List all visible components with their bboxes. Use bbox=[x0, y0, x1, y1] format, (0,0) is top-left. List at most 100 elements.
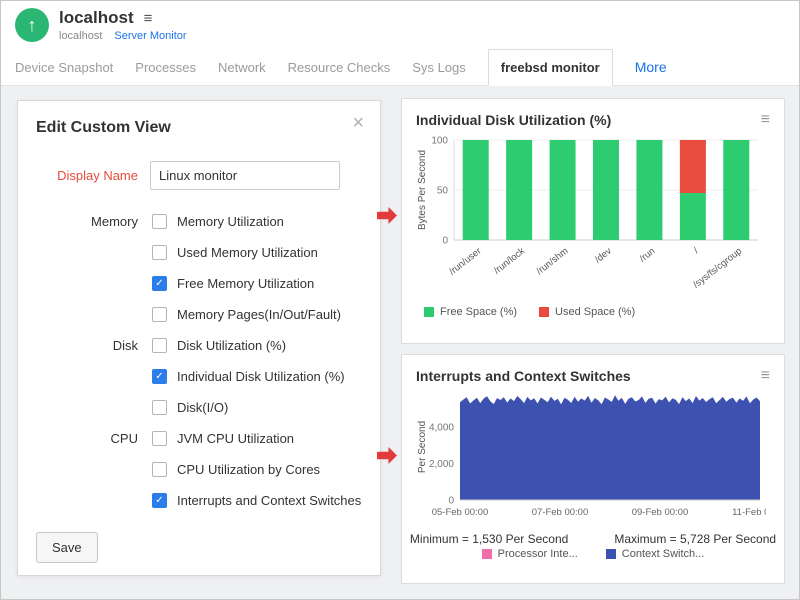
tab-bar: Device Snapshot Processes Network Resource … bbox=[1, 49, 799, 86]
option-label[interactable]: Disk(I/O) bbox=[177, 400, 228, 415]
option-row: Disk Disk Utilization (%) bbox=[18, 330, 380, 361]
group-label-cpu: CPU bbox=[18, 431, 138, 446]
option-label[interactable]: Memory Pages(In/Out/Fault) bbox=[177, 307, 341, 322]
save-button[interactable]: Save bbox=[36, 532, 98, 563]
area-chart-legend: Processor Inte... Context Switch... bbox=[402, 548, 784, 560]
tab-device-snapshot[interactable]: Device Snapshot bbox=[15, 49, 113, 85]
bar-chart: Bytes Per Second050100/run/user/run/lock… bbox=[414, 132, 766, 304]
option-row: MemoryMemory Utilization bbox=[18, 206, 380, 237]
option-row: ✓ Interrupts and Context Switches bbox=[18, 485, 380, 516]
bar-free-space[interactable] bbox=[680, 193, 706, 240]
option-row: CPU JVM CPU Utilization bbox=[18, 423, 380, 454]
breadcrumb-host: localhost bbox=[59, 30, 102, 42]
tab-freebsd-monitor[interactable]: freebsd monitor bbox=[488, 49, 613, 86]
pointer-arrow-disk-chart bbox=[377, 206, 398, 225]
display-name-input[interactable] bbox=[150, 161, 340, 190]
legend-swatch-icon bbox=[424, 307, 434, 317]
minimum-stat: Minimum = 1,530 Per Second bbox=[410, 532, 568, 546]
bar-free-space[interactable] bbox=[723, 140, 749, 240]
interrupts-card: Interrupts and Context Switches ≡ Per Se… bbox=[401, 354, 785, 584]
legend-swatch-icon bbox=[539, 307, 549, 317]
option-row: CPU Utilization by Cores bbox=[18, 454, 380, 485]
options-list: MemoryMemory Utilization Used Memory Util… bbox=[18, 206, 380, 516]
option-label[interactable]: Used Memory Utilization bbox=[177, 245, 318, 260]
legend-item[interactable]: Used Space (%) bbox=[539, 306, 635, 318]
option-label[interactable]: JVM CPU Utilization bbox=[177, 431, 294, 446]
close-icon[interactable]: × bbox=[352, 113, 364, 133]
page-title: localhost bbox=[59, 8, 134, 28]
up-arrow-icon: ↑ bbox=[28, 15, 37, 36]
option-row: Used Memory Utilization bbox=[18, 237, 380, 268]
display-name-row: Display Name bbox=[18, 161, 380, 190]
checkbox-memory-utilization[interactable] bbox=[152, 214, 167, 229]
breadcrumb-server-monitor-link[interactable]: Server Monitor bbox=[114, 30, 186, 42]
legend-swatch-icon bbox=[606, 549, 616, 559]
x-tick-label: /dev bbox=[593, 246, 614, 266]
bar-chart-legend: Free Space (%) Used Space (%) bbox=[402, 306, 784, 318]
x-tick-label: /run bbox=[638, 246, 658, 265]
x-tick-label: 05-Feb 00:00 bbox=[432, 507, 489, 518]
option-label[interactable]: Interrupts and Context Switches bbox=[177, 493, 361, 508]
option-label[interactable]: Memory Utilization bbox=[177, 214, 284, 229]
chart-menu-icon[interactable]: ≡ bbox=[761, 112, 770, 128]
y-axis-label: Per Second bbox=[417, 421, 428, 473]
checkbox-memory-pages-in-out-fault-[interactable] bbox=[152, 307, 167, 322]
option-row: ✓ Free Memory Utilization bbox=[18, 268, 380, 299]
tab-sys-logs[interactable]: Sys Logs bbox=[412, 49, 465, 85]
tab-network[interactable]: Network bbox=[218, 49, 266, 85]
chart-title: Individual Disk Utilization (%) bbox=[416, 112, 611, 128]
x-tick-label: /run/shm bbox=[535, 246, 571, 277]
option-row: Disk(I/O) bbox=[18, 392, 380, 423]
chart-menu-icon[interactable]: ≡ bbox=[761, 368, 770, 384]
checkbox-individual-disk-utilization-[interactable]: ✓ bbox=[152, 369, 167, 384]
option-label[interactable]: CPU Utilization by Cores bbox=[177, 462, 320, 477]
checkbox-disk-i-o-[interactable] bbox=[152, 400, 167, 415]
y-tick-label: 0 bbox=[442, 236, 448, 247]
bar-free-space[interactable] bbox=[593, 140, 619, 240]
legend-label: Used Space (%) bbox=[555, 306, 635, 318]
tab-resource-checks[interactable]: Resource Checks bbox=[288, 49, 391, 85]
checkbox-used-memory-utilization[interactable] bbox=[152, 245, 167, 260]
bar-free-space[interactable] bbox=[550, 140, 576, 240]
checkbox-cpu-utilization-by-cores[interactable] bbox=[152, 462, 167, 477]
checkbox-disk-utilization-[interactable] bbox=[152, 338, 167, 353]
monitor-menu-icon[interactable]: ≡ bbox=[144, 11, 153, 26]
x-tick-label: 11-Feb 00:00 bbox=[732, 507, 766, 518]
bar-free-space[interactable] bbox=[463, 140, 489, 240]
legend-label: Free Space (%) bbox=[440, 306, 517, 318]
area-chart: Per Second 0 2,000 4,000 05-Feb 00:00 07-Feb … bbox=[414, 388, 766, 528]
x-tick-label: 07-Feb 00:00 bbox=[532, 507, 589, 518]
tab-processes[interactable]: Processes bbox=[135, 49, 196, 85]
y-tick-label: 50 bbox=[437, 186, 449, 197]
checkbox-interrupts-and-context-switches[interactable]: ✓ bbox=[152, 493, 167, 508]
legend-item[interactable]: Processor Inte... bbox=[482, 548, 578, 560]
option-label[interactable]: Individual Disk Utilization (%) bbox=[177, 369, 345, 384]
monitor-status-icon: ↑ bbox=[15, 8, 49, 42]
y-tick-label: 2,000 bbox=[429, 459, 454, 470]
breadcrumb: localhost Server Monitor bbox=[59, 30, 187, 42]
legend-swatch-icon bbox=[482, 549, 492, 559]
option-row: ✓ Individual Disk Utilization (%) bbox=[18, 361, 380, 392]
y-tick-label: 4,000 bbox=[429, 422, 454, 433]
legend-item[interactable]: Context Switch... bbox=[606, 548, 705, 560]
tab-more[interactable]: More bbox=[635, 49, 667, 85]
checkbox-free-memory-utilization[interactable]: ✓ bbox=[152, 276, 167, 291]
group-label-disk: Disk bbox=[18, 338, 138, 353]
y-tick-label: 100 bbox=[431, 136, 448, 147]
chart-stats: Minimum = 1,530 Per Second Maximum = 5,7… bbox=[402, 532, 784, 546]
pointer-arrow-interrupts-chart bbox=[377, 446, 398, 465]
area-series-context-switches[interactable] bbox=[460, 395, 760, 500]
bar-used-space[interactable] bbox=[680, 140, 706, 193]
x-tick-label: /run/user bbox=[447, 246, 483, 278]
edit-custom-view-panel: Edit Custom View × Display Name MemoryMe… bbox=[17, 100, 381, 576]
content-area: Edit Custom View × Display Name MemoryMe… bbox=[1, 86, 799, 599]
y-tick-label: 0 bbox=[448, 496, 454, 507]
bar-free-space[interactable] bbox=[506, 140, 532, 240]
bar-free-space[interactable] bbox=[636, 140, 662, 240]
option-label[interactable]: Free Memory Utilization bbox=[177, 276, 314, 291]
option-label[interactable]: Disk Utilization (%) bbox=[177, 338, 286, 353]
legend-item[interactable]: Free Space (%) bbox=[424, 306, 517, 318]
legend-label: Context Switch... bbox=[622, 548, 705, 560]
disk-utilization-card: Individual Disk Utilization (%) ≡ Bytes … bbox=[401, 98, 785, 344]
checkbox-jvm-cpu-utilization[interactable] bbox=[152, 431, 167, 446]
